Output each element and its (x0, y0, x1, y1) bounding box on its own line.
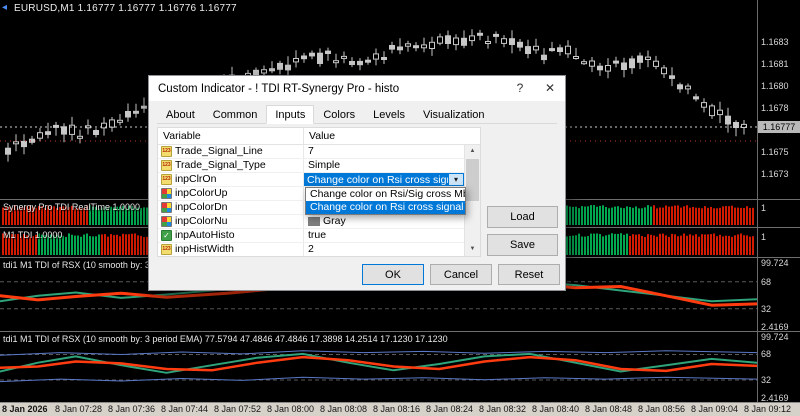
time-axis-label: 8 Jan 08:32 (479, 404, 526, 414)
time-axis-label: 8 Jan 08:56 (638, 404, 685, 414)
price-axis-label: 99.724 (761, 332, 789, 342)
price-axis-label: 1 (761, 203, 766, 213)
chevron-down-icon[interactable]: ▾ (448, 174, 463, 185)
current-price-badge: 1.16777 (758, 121, 800, 133)
table-row[interactable]: inpColorNu Gray (158, 215, 464, 229)
time-axis-label: 8 Jan 2026 (2, 404, 48, 414)
column-header-variable[interactable]: Variable (158, 128, 304, 144)
table-scrollbar[interactable]: ▲ ▼ (464, 145, 480, 256)
cancel-button[interactable]: Cancel (430, 264, 492, 285)
price-axis-label: 99.724 (761, 258, 789, 268)
variable-name: inpColorDn (175, 201, 228, 214)
panel-separator (0, 331, 800, 332)
color-type-icon (161, 202, 172, 213)
num-type-icon: 123 (161, 146, 172, 157)
table-row[interactable]: 123Trade_Signal_Line 7 (158, 145, 464, 159)
value-text: Gray (323, 215, 346, 228)
combo-dropdown-list: Change color on Rsi/Sig cross MblChange … (305, 187, 466, 215)
column-header-value[interactable]: Value (304, 128, 480, 144)
symbol-ohlc-label: EURUSD,M1 1.16777 1.16777 1.16776 1.1677… (14, 3, 237, 14)
price-axis-label: 68 (761, 349, 771, 359)
help-icon[interactable]: ? (505, 76, 535, 101)
scroll-up-icon[interactable]: ▲ (465, 145, 480, 158)
custom-indicator-dialog: Custom Indicator - ! TDI RT-Synergy Pro … (148, 75, 566, 291)
time-axis-label: 8 Jan 09:04 (691, 404, 738, 414)
close-icon[interactable]: ✕ (535, 76, 565, 101)
table-row[interactable]: 123inpHistWidth 2 (158, 243, 464, 256)
tab-colors[interactable]: Colors (314, 105, 364, 123)
table-header: Variable Value (158, 128, 480, 145)
price-axis-label: 1.1683 (761, 37, 789, 47)
price-axis-label: 1.1681 (761, 59, 789, 69)
chart-menu-arrow-icon[interactable]: ◂ (2, 2, 7, 13)
table-row[interactable]: 123Trade_Signal_Type Simple (158, 159, 464, 173)
indicator-panel-label: tdi1 M1 TDI of RSX (10 smooth by: 3 peri… (3, 334, 448, 344)
num-type-icon: 123 (161, 244, 172, 255)
time-axis-label: 8 Jan 08:24 (426, 404, 473, 414)
time-axis-label: 8 Jan 07:44 (161, 404, 208, 414)
inputs-table: Variable Value 123Trade_Signal_Line7123T… (157, 127, 481, 257)
time-axis-label: 8 Jan 07:52 (214, 404, 261, 414)
tab-common[interactable]: Common (204, 105, 267, 123)
variable-name: inpHistWidth (175, 243, 234, 256)
color-type-icon (161, 188, 172, 199)
variable-name: inpClrOn (175, 173, 216, 186)
price-axis-label: 68 (761, 277, 771, 287)
tab-levels[interactable]: Levels (364, 105, 414, 123)
variable-name: Trade_Signal_Type (175, 159, 266, 172)
reset-button[interactable]: Reset (498, 264, 560, 285)
price-axis-label: 1.1680 (761, 81, 789, 91)
dropdown-option[interactable]: Change color on Rsi cross signal (306, 201, 465, 214)
indicator-panel-label: M1 TDI 1.0000 (3, 230, 62, 240)
price-axis-label: 32 (761, 375, 771, 385)
value-text: 2 (308, 243, 314, 256)
indicator-panel-label: Synergy Pro TDI RealTime 1.0000 (3, 202, 140, 212)
table-row[interactable]: ✓inpAutoHisto true (158, 229, 464, 243)
variable-name: inpColorUp (175, 187, 228, 200)
time-axis-label: 8 Jan 07:36 (108, 404, 155, 414)
value-text: 7 (308, 145, 314, 158)
price-axis-label: 1 (761, 232, 766, 242)
tab-inputs[interactable]: Inputs (266, 105, 314, 124)
scrollbar-thumb[interactable] (466, 159, 479, 201)
enum-type-icon: 123 (161, 174, 172, 185)
color-type-icon (161, 216, 172, 227)
dropdown-option[interactable]: Change color on Rsi/Sig cross Mbl (306, 188, 465, 201)
time-axis-label: 8 Jan 08:16 (373, 404, 420, 414)
table-row[interactable]: 123inpClrOn Change color on Rsi cross sig… (158, 173, 464, 187)
time-axis-label: 8 Jan 08:48 (585, 404, 632, 414)
color-swatch (308, 217, 320, 226)
dialog-titlebar[interactable]: Custom Indicator - ! TDI RT-Synergy Pro … (149, 76, 565, 101)
time-axis[interactable]: 8 Jan 2026 8 Jan 07:28 8 Jan 07:36 8 Jan 07… (0, 402, 800, 416)
time-axis-label: 8 Jan 08:00 (267, 404, 314, 414)
bool-type-icon: ✓ (161, 230, 172, 241)
price-axis-label: 1.1678 (761, 103, 789, 113)
value-text: Simple (308, 159, 340, 172)
price-axis-label: 1.1675 (761, 147, 789, 157)
time-axis-label: 8 Jan 09:12 (744, 404, 791, 414)
num-type-icon: 123 (161, 160, 172, 171)
value-combobox[interactable]: Change color on Rsi cross signal▾ (304, 173, 464, 186)
dialog-title: Custom Indicator - ! TDI RT-Synergy Pro … (149, 83, 505, 95)
variable-name: Trade_Signal_Line (175, 145, 263, 158)
tab-visualization[interactable]: Visualization (414, 105, 494, 123)
price-axis-label: 32 (761, 304, 771, 314)
combobox-selected-text: Change color on Rsi cross signal (305, 174, 448, 185)
value-text: true (308, 229, 326, 242)
save-button[interactable]: Save (487, 234, 558, 256)
ok-button[interactable]: OK (362, 264, 424, 285)
time-axis-label: 8 Jan 07:28 (55, 404, 102, 414)
time-axis-label: 8 Jan 08:08 (320, 404, 367, 414)
load-button[interactable]: Load (487, 206, 558, 228)
tab-about[interactable]: About (157, 105, 204, 123)
scroll-down-icon[interactable]: ▼ (465, 243, 480, 256)
variable-name: inpColorNu (175, 215, 228, 228)
time-axis-label: 8 Jan 08:40 (532, 404, 579, 414)
mt4-chart-window: ◂ EURUSD,M1 1.16777 1.16777 1.16776 1.16… (0, 0, 800, 416)
price-axis-label: 1.1673 (761, 169, 789, 179)
tab-bar: AboutCommonInputsColorsLevelsVisualizati… (157, 105, 557, 124)
variable-name: inpAutoHisto (175, 229, 235, 242)
